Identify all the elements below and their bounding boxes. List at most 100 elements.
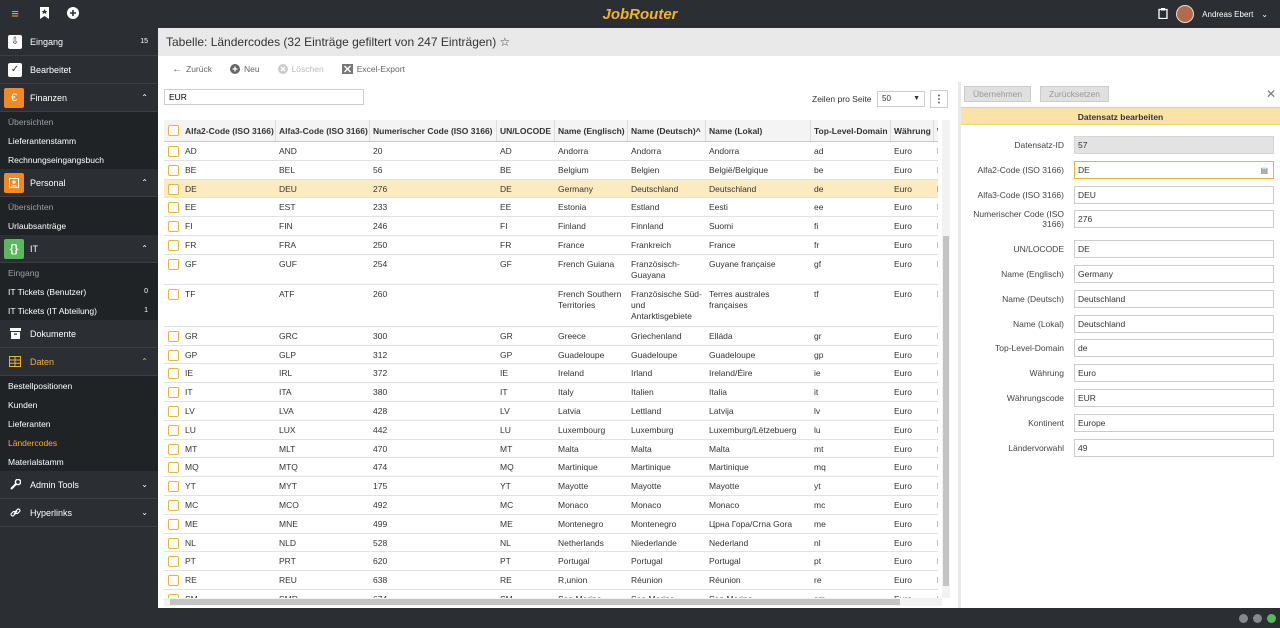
table-row[interactable]: LV LVA 428 LV Latvia Lettland Latvija lv Euro E <box>164 402 938 421</box>
sidebar-item-admin-tools[interactable]: Admin Tools ⌄ <box>0 471 158 499</box>
vertical-scrollbar-thumb[interactable] <box>943 236 949 586</box>
field-picker-icon[interactable]: ▤ <box>1260 165 1268 176</box>
sidebar-item-bearbeitet[interactable]: ✓ Bearbeitet <box>0 56 158 84</box>
row-checkbox[interactable] <box>168 240 179 251</box>
sidebar-item-personal[interactable]: Personal ⌃ <box>0 169 158 197</box>
table-row[interactable]: GP GLP 312 GP Guadeloupe Guadeloupe Guadeloupe… <box>164 346 938 365</box>
row-checkbox[interactable] <box>168 462 179 474</box>
row-checkbox[interactable] <box>168 221 179 233</box>
field-input[interactable]: DE ▤ <box>1074 161 1274 179</box>
select-all-checkbox[interactable] <box>168 125 179 136</box>
menu-icon[interactable]: ≡ <box>8 6 22 21</box>
table-row[interactable]: MQ MTQ 474 MQ Martinique Martinique Martinique… <box>164 458 938 478</box>
new-button[interactable]: Neu <box>229 64 260 74</box>
row-checkbox[interactable] <box>168 202 179 214</box>
sidebar-item-materialstamm[interactable]: Materialstamm <box>0 452 158 471</box>
row-checkbox[interactable] <box>168 288 179 300</box>
user-name[interactable]: Andreas Ebert <box>1202 10 1253 19</box>
field-input[interactable]: de <box>1074 339 1274 357</box>
excel-export-button[interactable]: Excel-Export <box>341 64 405 74</box>
table-row[interactable]: ME MNE 499 ME Montenegro Montenegro Црна Гора/… <box>164 515 938 534</box>
field-input[interactable]: Germany <box>1074 265 1274 283</box>
row-checkbox[interactable] <box>168 443 179 455</box>
table-row[interactable]: PT PRT 620 PT Portugal Portugal Portugal pt Euro… <box>164 552 938 572</box>
field-input[interactable]: Euro <box>1074 364 1274 382</box>
row-checkbox[interactable] <box>168 500 179 511</box>
table-row[interactable]: FR FRA 250 FR France Frankreich France fr Euro E <box>164 236 938 255</box>
add-circle-icon[interactable] <box>66 6 80 20</box>
sidebar-item-kunden[interactable]: Kunden <box>0 395 158 414</box>
row-checkbox[interactable] <box>168 164 179 176</box>
table-row[interactable]: IT ITA 380 IT Italy Italien Italia it Euro E <box>164 383 938 402</box>
sidebar-item-eingang[interactable]: ⇩ Eingang 15 <box>0 28 158 56</box>
delete-button[interactable]: Löschen <box>277 64 324 74</box>
field-input[interactable]: 49 <box>1074 439 1274 457</box>
column-header[interactable]: Alfa2-Code (ISO 3166) <box>182 120 276 141</box>
sidebar-item-dokumente[interactable]: Dokumente <box>0 320 158 348</box>
field-input[interactable]: DE <box>1074 240 1274 258</box>
avatar[interactable] <box>1176 5 1195 23</box>
table-row[interactable]: RE REU 638 RE R,union Réunion Réunion re Euro E <box>164 571 938 590</box>
clipboard-icon[interactable] <box>1158 7 1168 21</box>
sidebar-item-it-tickets-benutzer[interactable]: IT Tickets (Benutzer) 0 <box>0 282 158 301</box>
row-checkbox[interactable] <box>168 183 179 195</box>
table-row[interactable]: LU LUX 442 LU Luxembourg Luxemburg Luxemburg/L… <box>164 421 938 440</box>
sidebar-item-hyperlinks[interactable]: Hyperlinks ⌄ <box>0 499 158 527</box>
row-checkbox[interactable] <box>168 146 179 157</box>
row-checkbox[interactable] <box>168 258 179 270</box>
row-checkbox[interactable] <box>168 387 179 399</box>
table-row[interactable]: MC MCO 492 MC Monaco Monaco Monaco mc Euro E <box>164 496 938 515</box>
row-checkbox[interactable] <box>168 481 179 493</box>
table-row[interactable]: GR GRC 300 GR Greece Griechenland Elláda gr Euro… <box>164 327 938 346</box>
bookmark-icon[interactable] <box>37 6 51 20</box>
close-icon[interactable]: ✕ <box>1266 87 1276 101</box>
row-checkbox[interactable] <box>168 349 179 361</box>
sidebar-item-lieferantenstamm[interactable]: Lieferantenstamm <box>0 131 158 150</box>
more-menu-button[interactable]: ⋮ <box>930 90 948 108</box>
rows-per-page-select[interactable]: 50 ▼ <box>877 91 925 107</box>
row-checkbox[interactable] <box>168 330 179 342</box>
sidebar-item-bestellpositionen[interactable]: Bestellpositionen <box>0 376 158 395</box>
sidebar-item-daten[interactable]: Daten ⌃ <box>0 348 158 376</box>
sidebar-item-urlaubsantraege[interactable]: Urlaubsanträge <box>0 216 158 235</box>
chevron-down-icon[interactable]: ⌄ <box>1261 10 1268 19</box>
field-input[interactable]: DEU <box>1074 186 1274 204</box>
table-row[interactable]: SMSMR674SMSan MarinoSan MarinoSan Marino… <box>164 590 938 598</box>
column-header[interactable]: Währung <box>891 120 934 141</box>
table-row[interactable]: NL NLD 528 NL Netherlands Niederlande Nederlan… <box>164 534 938 553</box>
column-header[interactable]: Wäh <box>934 120 938 141</box>
sidebar-item-laendercodes[interactable]: Ländercodes <box>0 433 158 452</box>
table-row[interactable]: TF ATF 260 French Southern Territories Franz… <box>164 285 938 327</box>
table-row[interactable]: MT MLT 470 MT Malta Malta Malta mt Euro E <box>164 440 938 459</box>
column-header[interactable]: Name (Englisch) <box>555 120 628 141</box>
column-header[interactable]: Top-Level-Domain <box>811 120 891 141</box>
user-area[interactable]: Andreas Ebert ⌄ <box>1158 4 1268 24</box>
table-row[interactable]: GF GUF 254 GF French Guiana Französisch-Guaya… <box>164 255 938 285</box>
row-checkbox[interactable] <box>168 406 179 417</box>
reset-button[interactable]: Zurücksetzen <box>1040 86 1110 102</box>
table-row[interactable]: FI FIN 246 FI Finland Finnland Suomi fi Euro E <box>164 217 938 236</box>
search-input[interactable] <box>164 89 364 105</box>
table-row[interactable]: EE EST 233 EE Estonia Estland Eesti ee Euro E <box>164 198 938 218</box>
sidebar-item-rechnungseingangsbuch[interactable]: Rechnungseingangsbuch <box>0 150 158 169</box>
row-checkbox[interactable] <box>168 368 179 380</box>
row-checkbox[interactable] <box>168 575 179 587</box>
table-row[interactable]: BE BEL 56 BE Belgium Belgien België/Belgique be… <box>164 161 938 180</box>
field-input[interactable]: EUR <box>1074 389 1274 407</box>
row-checkbox[interactable] <box>168 518 179 530</box>
column-header[interactable]: Numerischer Code (ISO 3166) <box>370 120 497 141</box>
column-header[interactable]: Name (Lokal) <box>706 120 811 141</box>
row-checkbox[interactable] <box>168 424 179 436</box>
horizontal-scrollbar-thumb[interactable] <box>170 599 900 605</box>
column-header[interactable]: Name (Deutsch)^ <box>628 120 706 141</box>
sidebar-item-it[interactable]: {} IT ⌃ <box>0 235 158 263</box>
row-checkbox[interactable] <box>168 556 179 568</box>
field-input[interactable]: Deutschland <box>1074 290 1274 308</box>
apply-button[interactable]: Übernehmen <box>964 86 1032 102</box>
back-button[interactable]: ← Zurück <box>172 64 212 75</box>
table-row[interactable]: AD AND 20 AD Andorra Andorra Andorra ad Euro E <box>164 142 938 161</box>
column-header[interactable]: UN/LOCODE <box>497 120 555 141</box>
table-row[interactable]: IE IRL 372 IE Ireland Irland Ireland/Éire ie Eur… <box>164 364 938 384</box>
table-row[interactable]: DE DEU 276 DE Germany Deutschland Deutschland d… <box>164 179 938 199</box>
sidebar-item-lieferanten[interactable]: Lieferanten <box>0 414 158 433</box>
